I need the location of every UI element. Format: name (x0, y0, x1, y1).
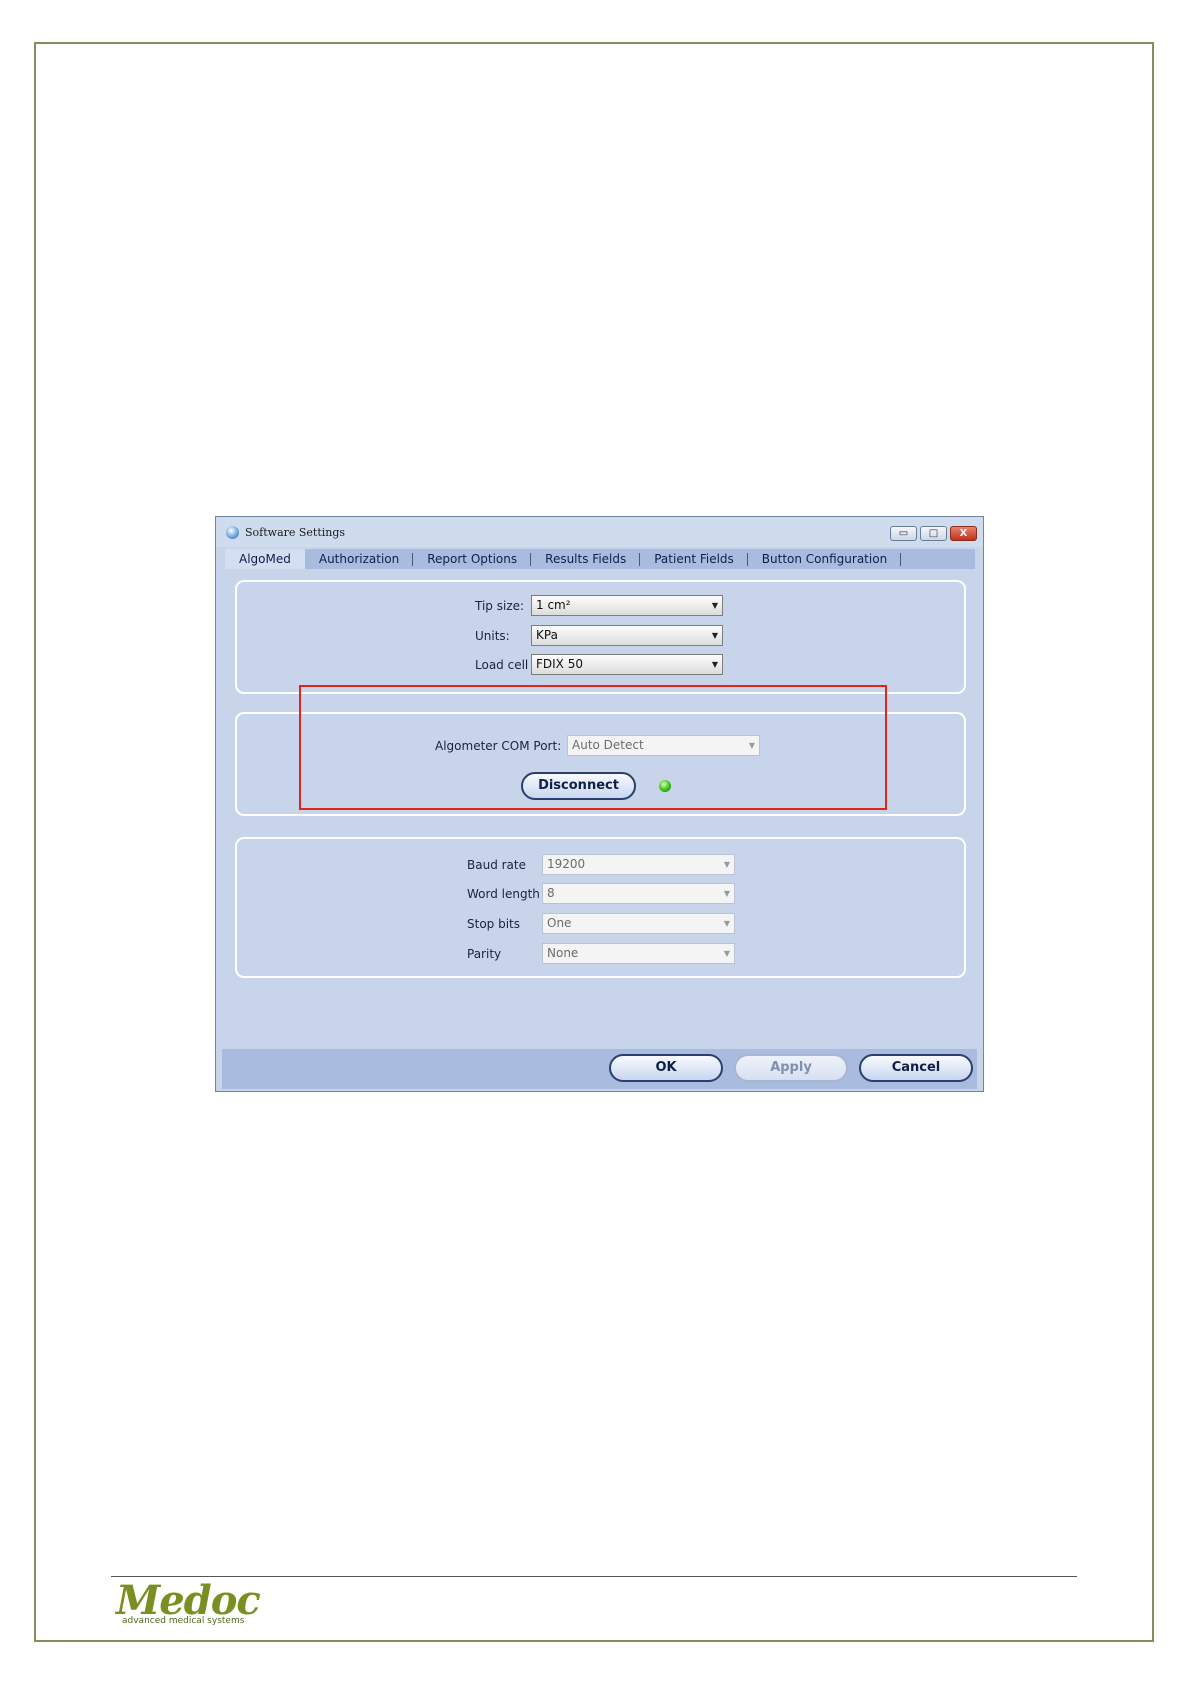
title-bar[interactable]: Software Settings ▭ □ X (216, 517, 983, 547)
settings-app-icon (226, 526, 239, 539)
window-title: Software Settings (245, 526, 346, 539)
load-cell-label: Load cell (475, 658, 529, 672)
logo-tagline: advanced medical systems (122, 1616, 245, 1626)
word-length-label: Word length (467, 887, 540, 901)
device-settings-panel: Tip size: 1 cm² ▼ Units: KPa ▼ Load cell… (235, 580, 966, 694)
baud-rate-select[interactable]: 19200 ▼ (542, 854, 735, 875)
serial-settings-panel: Baud rate 19200 ▼ Word length 8 ▼ Stop b… (235, 837, 966, 978)
stop-bits-select[interactable]: One ▼ (542, 913, 735, 934)
baud-rate-label: Baud rate (467, 858, 526, 872)
word-length-select[interactable]: 8 ▼ (542, 883, 735, 904)
tab-results-fields[interactable]: Results Fields (531, 549, 641, 569)
medoc-logo: Medoc advanced medical systems (114, 1578, 261, 1628)
highlight-box (299, 685, 887, 810)
parity-select[interactable]: None ▼ (542, 943, 735, 964)
tab-patient-fields[interactable]: Patient Fields (640, 549, 748, 569)
dialog-button-bar: OK Apply Cancel (222, 1049, 977, 1089)
cancel-button[interactable]: Cancel (859, 1054, 973, 1082)
parity-label: Parity (467, 947, 502, 961)
tip-size-select[interactable]: 1 cm² ▼ (531, 595, 723, 616)
units-label: Units: (475, 629, 510, 643)
tab-algomed[interactable]: AlgoMed (225, 549, 305, 569)
units-value: KPa (536, 628, 558, 642)
close-button[interactable]: X (950, 526, 977, 541)
tab-button-configuration[interactable]: Button Configuration (748, 549, 902, 569)
dropdown-arrow-icon: ▼ (711, 631, 718, 640)
baud-rate-value: 19200 (547, 857, 586, 871)
stop-bits-label: Stop bits (467, 917, 521, 931)
dropdown-arrow-icon: ▼ (711, 601, 718, 610)
window-controls: ▭ □ X (890, 526, 977, 541)
settings-tabs: AlgoMed Authorization Report Options Res… (225, 549, 975, 569)
minimize-button[interactable]: ▭ (890, 526, 917, 541)
tab-report-options[interactable]: Report Options (413, 549, 532, 569)
parity-value: None (547, 946, 579, 960)
dropdown-arrow-icon: ▼ (723, 919, 730, 928)
units-select[interactable]: KPa ▼ (531, 625, 723, 646)
ok-button[interactable]: OK (609, 1054, 723, 1082)
tip-size-value: 1 cm² (536, 598, 571, 612)
dropdown-arrow-icon: ▼ (723, 889, 730, 898)
stop-bits-value: One (547, 916, 572, 930)
dropdown-arrow-icon: ▼ (723, 949, 730, 958)
load-cell-select[interactable]: FDIX 50 ▼ (531, 654, 723, 675)
dropdown-arrow-icon: ▼ (711, 660, 718, 669)
maximize-button[interactable]: □ (920, 526, 947, 541)
tip-size-label: Tip size: (475, 599, 525, 613)
apply-button[interactable]: Apply (734, 1054, 848, 1082)
dropdown-arrow-icon: ▼ (723, 860, 730, 869)
word-length-value: 8 (547, 886, 555, 900)
load-cell-value: FDIX 50 (536, 657, 583, 671)
tab-authorization[interactable]: Authorization (305, 549, 414, 569)
